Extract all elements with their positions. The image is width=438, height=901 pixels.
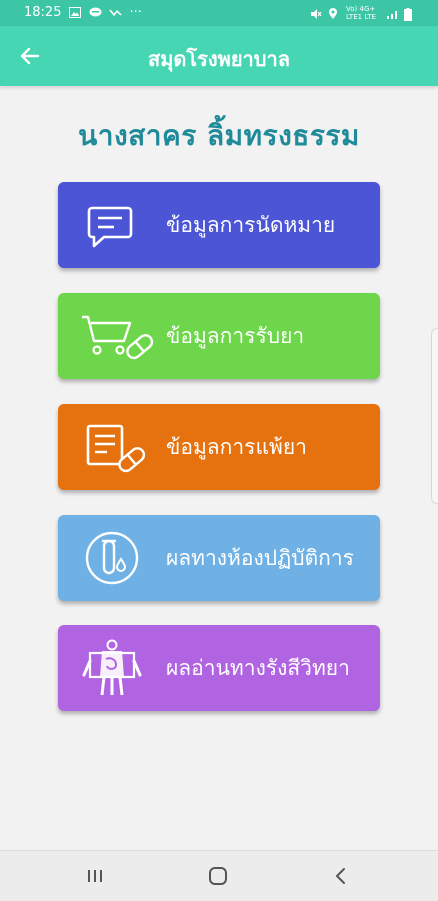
message-icon [80,196,156,254]
signal-icon [386,8,398,19]
back-icon [336,868,345,884]
xray-body-icon [80,639,156,697]
drug-allergy-label: ข้อมูลการแพ้ยา [166,434,307,459]
status-time: 18:25 [24,5,62,20]
status-bar: 18:25 ··· Vo) 4G+ LTE1 LTE [0,0,438,26]
medicine-receipt-button[interactable]: ข้อมูลการรับยา [58,293,380,379]
image-icon [69,7,82,18]
test-tube-icon [80,529,156,587]
network-labels: Vo) 4G+ LTE1 LTE [346,5,376,21]
document-pill-icon [80,418,156,476]
battery-icon [404,7,416,21]
app-bar: สมุดโรงพยาบาล [0,26,438,86]
side-panel-handle[interactable] [431,328,438,504]
recents-button[interactable] [75,863,115,889]
radiology-results-label: ผลอ่านทางรังสีวิทยา [166,655,350,680]
lab-results-button[interactable]: ผลทางห้องปฏิบัติการ [58,515,380,601]
drug-allergy-button[interactable]: ข้อมูลการแพ้ยา [58,404,380,490]
line-chat-icon [89,7,102,18]
status-dots: ··· [129,5,142,20]
lab-results-label: ผลทางห้องปฏิบัติการ [166,545,354,570]
appointment-info-button[interactable]: ข้อมูลการนัดหมาย [58,182,380,268]
status-bar-right: Vo) 4G+ LTE1 LTE [310,5,416,21]
home-button[interactable] [198,863,238,889]
system-nav-bar [0,850,438,901]
mute-icon [310,8,322,19]
radiology-results-button[interactable]: ผลอ่านทางรังสีวิทยา [58,625,380,711]
location-icon [328,7,340,19]
appointment-info-label: ข้อมูลการนัดหมาย [166,212,336,237]
status-bar-left: 18:25 ··· [24,5,142,20]
home-icon [209,867,227,885]
page-title: สมุดโรงพยาบาล [148,47,290,71]
nav-back-button[interactable] [320,863,360,889]
recents-icon [88,870,102,882]
cart-pill-icon [80,307,156,365]
medicine-receipt-label: ข้อมูลการรับยา [166,323,305,348]
missed-call-icon [109,7,122,18]
patient-name: นางสาคร ลิ้มทรงธรรม [78,119,360,152]
